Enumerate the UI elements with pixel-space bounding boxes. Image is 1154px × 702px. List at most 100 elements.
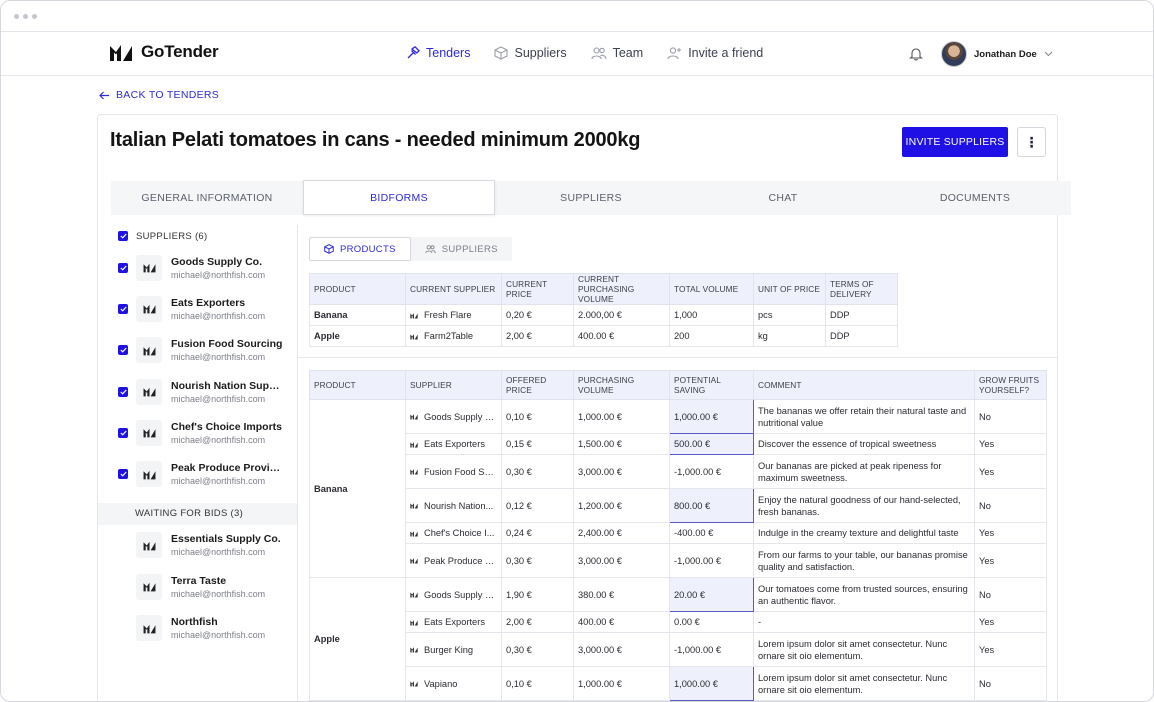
supplier-checkbox[interactable] (118, 427, 128, 438)
supplier-item[interactable]: Terra Taste michael@northfish.com (98, 566, 297, 607)
gotender-logo-icon (110, 45, 132, 61)
view-switch: PRODUCTS SUPPLIERS (309, 237, 512, 261)
purchasing-volume-cell: 1,200.00 € (573, 488, 670, 523)
potential-saving-cell: -400.00 € (669, 522, 754, 544)
offered-price-cell: 0,30 € (501, 454, 574, 489)
purchasing-volume-cell: 400.00 € (573, 611, 670, 633)
nav-invite[interactable]: Invite a friend (667, 46, 763, 60)
supplier-mini-logo-icon (410, 334, 418, 340)
bids-table: PRODUCT SUPPLIER OFFERED PRICE PURCHASING V… (309, 370, 1047, 701)
tab-chat[interactable]: CHAT (687, 181, 879, 215)
supplier-checkbox[interactable] (118, 303, 128, 314)
hammer-icon (407, 46, 420, 59)
supplier-email: michael@northfish.com (171, 352, 266, 363)
supplier-item[interactable]: Essentials Supply Co. michael@northfish.c… (98, 525, 297, 566)
supplier-item[interactable]: Peak Produce Provid... michael@northfish.… (98, 453, 297, 494)
bid-supplier-name: Goods Supply C... (424, 589, 496, 600)
supplier-mini-logo-icon (410, 619, 418, 626)
supplier-text: Essentials Supply Co. michael@northfish.c… (171, 533, 281, 557)
box-icon (494, 46, 509, 60)
tab-documents[interactable]: DOCUMENTS (879, 181, 1071, 215)
supplier-logo (136, 615, 162, 642)
suppliers-header-label: SUPPLIERS (6) (136, 230, 208, 242)
supplier-item[interactable]: Chef's Choice Imports michael@northfish.c… (98, 412, 297, 453)
grow-fruits-cell: Yes (974, 433, 1047, 455)
more-options-button[interactable]: ⋮ (1017, 127, 1046, 157)
supplier-name: Fusion Food Sourcing (171, 338, 283, 351)
bid-supplier-name: Eats Exporters (424, 617, 485, 628)
supplier-logo-icon (143, 346, 155, 356)
column-header: COMMENT (753, 370, 975, 400)
potential-saving-cell: 800.00 € (669, 488, 754, 523)
team-icon (591, 47, 607, 60)
table-cell: 1,000 (669, 304, 754, 326)
potential-saving-cell: -1,000.00 € (669, 454, 754, 489)
table-row: Eats Exporters 2,00 €400.00 €0.00 € - Yes (310, 611, 1047, 633)
column-header: PRODUCT (309, 370, 406, 400)
tab-bidforms[interactable]: BIDFORMS (303, 180, 495, 215)
table-row: Fusion Food Sou... 0,30 €3,000.00 € -1,000… (310, 454, 1047, 489)
window-chrome (1, 1, 1153, 32)
suppliers-view-button[interactable]: SUPPLIERS (410, 237, 512, 261)
supplier-checkbox[interactable] (118, 386, 128, 397)
supplier-logo-icon (143, 429, 155, 438)
supplier-checkbox[interactable] (118, 262, 128, 273)
supplier-logo (136, 295, 162, 322)
potential-saving-cell: -1,000.00 € (669, 632, 754, 667)
check-icon (119, 471, 127, 477)
suppliers-header[interactable]: SUPPLIERS (6) (98, 225, 297, 247)
supplier-cell: Goods Supply C... (405, 399, 502, 434)
table-cell: Banana (309, 304, 406, 326)
nav-tenders[interactable]: Tenders (406, 46, 470, 60)
comment-cell: Lorem ipsum dolor sit amet consectetur. … (753, 666, 975, 701)
supplier-email: michael@northfish.com (171, 588, 266, 599)
supplier-cell: Nourish Nation... (405, 488, 502, 523)
table-cell: 2.000,00 € (573, 304, 670, 326)
tab-suppliers[interactable]: SUPPLIERS (495, 181, 687, 215)
products-view-button[interactable]: PRODUCTS (309, 237, 411, 261)
column-header: CURRENT SUPPLIER (405, 273, 502, 305)
suppliers-view-label: SUPPLIERS (441, 243, 498, 255)
bid-supplier-name: Nourish Nation... (424, 500, 494, 511)
supplier-cell: Chef's Choice I... (405, 522, 502, 544)
supplier-item[interactable]: Nourish Nation Suppli... michael@northfis… (98, 371, 297, 412)
offered-price-cell: 0,30 € (501, 543, 574, 578)
supplier-logo-icon (143, 582, 155, 592)
nav-suppliers[interactable]: Suppliers (494, 46, 567, 60)
supplier-logo (136, 461, 162, 488)
table-cell: Apple (309, 325, 406, 347)
notifications-button[interactable] (908, 47, 924, 66)
supplier-email: michael@northfish.com (171, 310, 266, 321)
supplier-item[interactable]: Fusion Food Sourcing michael@northfish.co… (98, 330, 297, 371)
table-row: Nourish Nation... 0,12 €1,200.00 €800.00 … (310, 488, 1047, 523)
column-header: GROW FRUITS YOURSELF? (974, 370, 1047, 400)
user-plus-icon (667, 47, 682, 60)
arrow-left-icon (99, 91, 109, 99)
supplier-item[interactable]: Eats Exporters michael@northfish.com (98, 288, 297, 329)
invite-suppliers-button[interactable]: INVITE SUPPLIERS (902, 127, 1008, 157)
user-menu[interactable]: Jonathan Doe (941, 41, 1053, 67)
nav-team[interactable]: Team (591, 46, 643, 60)
bid-supplier-name: Chef's Choice I... (424, 528, 495, 539)
supplier-logo-icon (143, 305, 155, 314)
supplier-item[interactable]: Northfish michael@northfish.com (98, 607, 297, 648)
check-icon (119, 430, 127, 436)
comment-cell: From our farms to your table, our banana… (753, 543, 975, 578)
supplier-checkbox[interactable] (118, 469, 128, 480)
grow-fruits-cell: No (974, 399, 1047, 434)
select-all-checkbox[interactable] (118, 231, 128, 241)
comment-cell: Our bananas are picked at peak ripeness … (753, 454, 975, 489)
top-nav: GoTender Tenders Suppliers Team Invite a… (1, 32, 1153, 76)
brand[interactable]: GoTender (109, 42, 219, 62)
supplier-logo (136, 254, 162, 281)
column-header: OFFERED PRICE (501, 370, 574, 400)
comment-cell: Indulge in the creamy texture and deligh… (753, 522, 975, 544)
current-supply-header-row: PRODUCT CURRENT SUPPLIER CURRENT PRICE CURR… (309, 273, 898, 305)
back-to-tenders-link[interactable]: BACK TO TENDERS (99, 89, 219, 101)
supplier-item[interactable]: Goods Supply Co. michael@northfish.com (98, 247, 297, 288)
waiting-header: WAITING FOR BIDS (3) (98, 502, 297, 525)
avatar (941, 41, 967, 67)
tab-general-information[interactable]: GENERAL INFORMATION (111, 181, 303, 215)
supplier-sidebar: SUPPLIERS (6) Goods Supply Co. michael@no… (98, 225, 298, 701)
supplier-checkbox[interactable] (118, 345, 128, 356)
